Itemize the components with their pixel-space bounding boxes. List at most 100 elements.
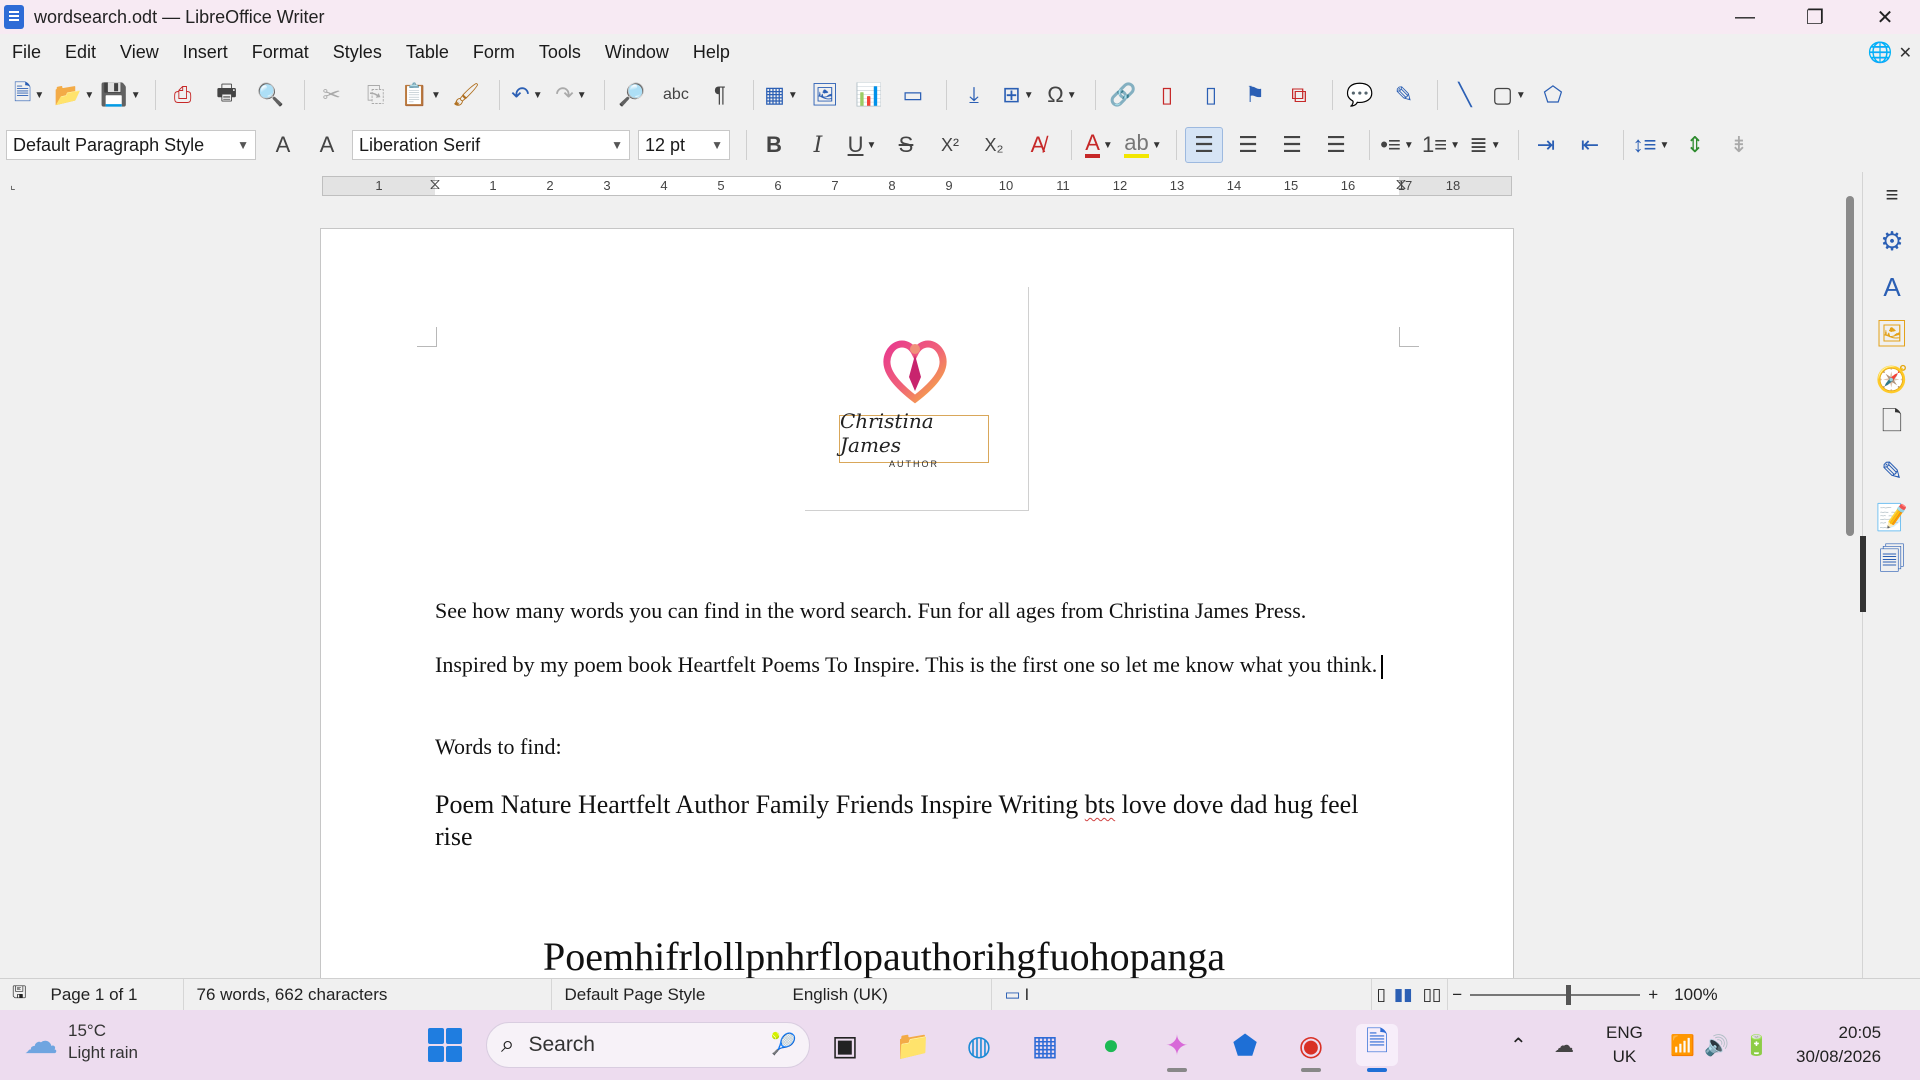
new-document-icon[interactable]: 🗎 ▼ bbox=[10, 77, 48, 113]
undo-icon[interactable]: ↶ ▼ bbox=[508, 77, 546, 113]
navigator-icon[interactable]: 🧭 bbox=[1863, 356, 1920, 402]
superscript-button[interactable]: X² bbox=[931, 127, 969, 163]
export-pdf-icon[interactable]: ⎙ bbox=[164, 77, 202, 113]
spelling-icon[interactable]: abc bbox=[657, 77, 695, 113]
decrease-paragraph-spacing-icon[interactable]: ⇟ bbox=[1720, 127, 1758, 163]
zoom-slider[interactable]: − + bbox=[1448, 979, 1662, 1011]
design-icon[interactable]: 🗐 bbox=[1863, 540, 1920, 586]
formatting-marks-icon[interactable]: ¶ bbox=[701, 77, 739, 113]
print-icon[interactable]: 🖶 bbox=[208, 77, 246, 113]
zoom-out-icon[interactable]: − bbox=[1452, 985, 1462, 1005]
menu-help[interactable]: Help bbox=[693, 42, 730, 63]
line-spacing-icon[interactable]: ↕≡ ▼ bbox=[1632, 127, 1670, 163]
align-right-icon[interactable]: ☰ bbox=[1273, 127, 1311, 163]
word-list[interactable]: Poem Nature Heartfelt Author Family Frie… bbox=[435, 789, 1395, 853]
font-name-combo[interactable]: Liberation Serif ▼ bbox=[352, 130, 630, 160]
zoom-level[interactable]: 100% bbox=[1662, 979, 1729, 1011]
comment-icon[interactable]: 💬 bbox=[1341, 77, 1379, 113]
word-search-grid-line[interactable]: Poemhifrlollpnhrflopauthorihgfuohopanga bbox=[543, 935, 1443, 979]
strikethrough-button[interactable]: S bbox=[887, 127, 925, 163]
menu-file[interactable]: File bbox=[12, 42, 41, 63]
clone-formatting-icon[interactable]: 🖌 bbox=[447, 77, 485, 113]
page-count[interactable]: Page 1 of 1 bbox=[38, 978, 185, 1011]
find-replace-icon[interactable]: 🔎 bbox=[613, 77, 651, 113]
menu-form[interactable]: Form bbox=[473, 42, 515, 63]
page-style[interactable]: Default Page Style bbox=[552, 979, 752, 1011]
increase-indent-icon[interactable]: ⇥ bbox=[1527, 127, 1565, 163]
close-document-icon[interactable]: ✕ bbox=[1899, 43, 1912, 63]
task-view-icon[interactable]: ▣ bbox=[824, 1024, 866, 1066]
copy-icon[interactable]: ⎘ bbox=[357, 77, 395, 113]
paragraph-style-combo[interactable]: Default Paragraph Style ▼ bbox=[6, 130, 256, 160]
cut-icon[interactable]: ✂ bbox=[313, 77, 351, 113]
menu-tools[interactable]: Tools bbox=[539, 42, 581, 63]
styles-icon[interactable]: A bbox=[1863, 264, 1920, 310]
footnote-icon[interactable]: ▯ bbox=[1148, 77, 1186, 113]
windows-start-icon[interactable] bbox=[428, 1028, 462, 1062]
numbered-list-icon[interactable]: 1≡ ▼ bbox=[1422, 127, 1460, 163]
subscript-button[interactable]: X₂ bbox=[975, 127, 1013, 163]
weather-widget[interactable]: ☁ 15°C Light rain bbox=[24, 1020, 138, 1064]
vertical-scrollbar[interactable] bbox=[1840, 188, 1862, 978]
track-changes-icon[interactable]: ✎ bbox=[1385, 77, 1423, 113]
line-icon[interactable]: ╲ bbox=[1446, 77, 1484, 113]
menu-format[interactable]: Format bbox=[252, 42, 309, 63]
bullet-list-icon[interactable]: •≡ ▼ bbox=[1378, 127, 1416, 163]
word-count[interactable]: 76 words, 662 characters bbox=[184, 978, 553, 1011]
battery-icon[interactable]: 🔋 bbox=[1744, 1010, 1769, 1080]
tab-type-icon[interactable]: ⌞ bbox=[10, 178, 16, 192]
onedrive-icon[interactable]: ☁ bbox=[1554, 1010, 1574, 1080]
scrollbar-thumb[interactable] bbox=[1846, 196, 1854, 536]
book-view-icon[interactable]: ▯▯ bbox=[1417, 978, 1449, 1011]
single-page-view-icon[interactable]: ▯ bbox=[1372, 979, 1389, 1011]
copilot-icon[interactable]: ✦ bbox=[1156, 1024, 1198, 1072]
menu-insert[interactable]: Insert bbox=[183, 42, 228, 63]
horizontal-ruler[interactable]: 1 1 2 3 4 5 6 7 8 9 10 11 12 13 14 15 16… bbox=[322, 176, 1512, 196]
insert-chart-icon[interactable]: 📊 bbox=[850, 77, 888, 113]
font-color-icon[interactable]: A ▼ bbox=[1080, 127, 1118, 163]
menu-view[interactable]: View bbox=[120, 42, 159, 63]
input-language[interactable]: ENG UK bbox=[1606, 1010, 1643, 1080]
font-size-combo[interactable]: 12 pt ▼ bbox=[638, 130, 730, 160]
page-icon[interactable]: 🗋 bbox=[1863, 402, 1920, 448]
properties-icon[interactable]: ⚙ bbox=[1863, 218, 1920, 264]
close-button[interactable]: ✕ bbox=[1850, 0, 1920, 34]
print-preview-icon[interactable]: 🔍 bbox=[252, 77, 290, 113]
edge-browser-icon[interactable]: ◍ bbox=[958, 1024, 1000, 1066]
volume-icon[interactable]: 🔊 bbox=[1704, 1010, 1729, 1080]
inspired-paragraph[interactable]: Inspired by my poem book Heartfelt Poems… bbox=[435, 651, 1395, 679]
align-center-icon[interactable]: ☰ bbox=[1229, 127, 1267, 163]
clear-formatting-icon[interactable]: A̸ bbox=[1019, 127, 1057, 163]
document-modified-icon[interactable]: 🖫 bbox=[0, 979, 38, 1011]
highlight-color-icon[interactable]: ab ▼ bbox=[1124, 127, 1162, 163]
update-style-icon[interactable]: A bbox=[264, 127, 302, 163]
menu-styles[interactable]: Styles bbox=[333, 42, 382, 63]
taskbar-search[interactable]: ⌕ Search 🎾 bbox=[486, 1022, 810, 1068]
decrease-indent-icon[interactable]: ⇤ bbox=[1571, 127, 1609, 163]
zoom-in-icon[interactable]: + bbox=[1648, 985, 1658, 1005]
language-globe-icon[interactable]: 🌐 bbox=[1868, 40, 1893, 65]
author-logo-image[interactable]: Christina James AUTHOR bbox=[805, 287, 1029, 511]
bookmark-icon[interactable]: ⚑ bbox=[1236, 77, 1274, 113]
open-folder-icon[interactable]: 📂 ▼ bbox=[54, 77, 94, 113]
new-style-icon[interactable]: A bbox=[308, 127, 346, 163]
show-hidden-icons[interactable]: ⌃ bbox=[1510, 1010, 1527, 1080]
minimize-button[interactable]: — bbox=[1710, 0, 1780, 34]
outline-list-icon[interactable]: ≣ ▼ bbox=[1466, 127, 1504, 163]
insert-table-icon[interactable]: ▦ ▼ bbox=[762, 77, 800, 113]
draw-functions-icon[interactable]: ⬠ bbox=[1534, 77, 1572, 113]
cross-reference-icon[interactable]: ⧉ bbox=[1280, 77, 1318, 113]
endnote-icon[interactable]: ▯ bbox=[1192, 77, 1230, 113]
save-icon[interactable]: 💾 ▼ bbox=[100, 77, 140, 113]
shield-app-icon[interactable]: ⬟ bbox=[1224, 1024, 1266, 1066]
intro-paragraph[interactable]: See how many words you can find in the w… bbox=[435, 597, 1395, 625]
libreoffice-writer-taskbar-icon[interactable]: 🗎 bbox=[1356, 1024, 1398, 1072]
basic-shapes-icon[interactable]: ▢ ▼ bbox=[1490, 77, 1528, 113]
underline-button[interactable]: U ▼ bbox=[843, 127, 881, 163]
document-area[interactable]: Christina James AUTHOR See how many word… bbox=[0, 200, 1840, 978]
chrome-browser-icon[interactable]: ◉ bbox=[1290, 1024, 1332, 1072]
misspelled-word[interactable]: bts bbox=[1085, 790, 1115, 819]
language-status[interactable]: English (UK) bbox=[752, 978, 993, 1011]
style-inspector-icon[interactable]: ✎ bbox=[1863, 448, 1920, 494]
sidebar-resize-handle[interactable] bbox=[1860, 536, 1866, 612]
